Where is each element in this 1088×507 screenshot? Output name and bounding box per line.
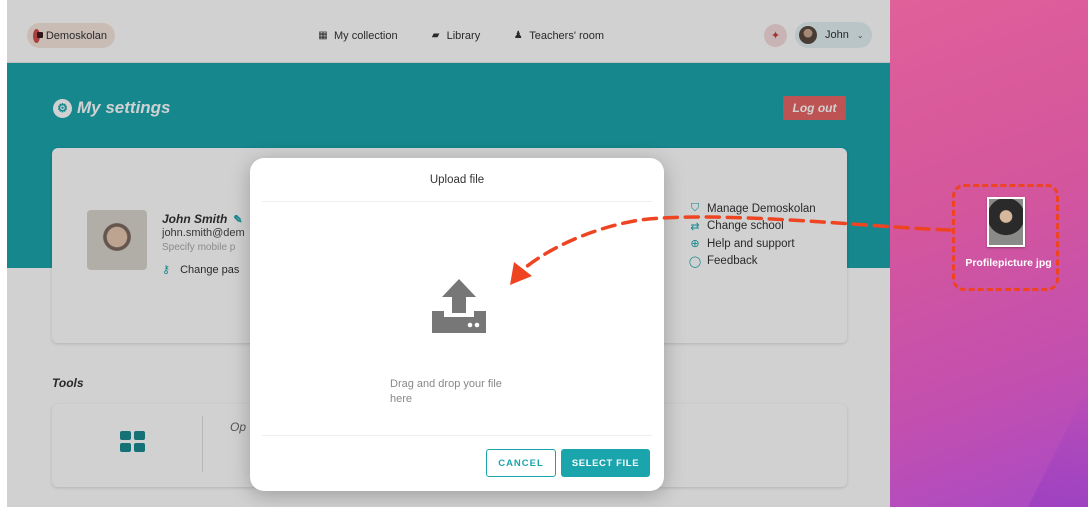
cancel-button[interactable]: CANCEL: [486, 449, 556, 477]
dropzone-text: Drag and drop your file here: [390, 378, 502, 405]
dialog-title: Upload file: [429, 174, 485, 186]
select-file-button[interactable]: SELECT FILE: [561, 449, 650, 477]
browser-app: Demoskolan ▦ My collection ▰ Library ♟ T…: [7, 0, 890, 507]
file-thumbnail[interactable]: [987, 197, 1025, 247]
file-name[interactable]: Profilepicture jpg: [952, 257, 1065, 269]
upload-file-dialog: Upload file Drag and drop your file here…: [250, 158, 664, 491]
upload-icon: [432, 279, 486, 333]
file-dropzone[interactable]: Drag and drop your file here: [262, 202, 652, 434]
desktop-decoration: [1028, 387, 1088, 507]
divider: [262, 435, 652, 436]
photo-preview: [989, 199, 1023, 245]
